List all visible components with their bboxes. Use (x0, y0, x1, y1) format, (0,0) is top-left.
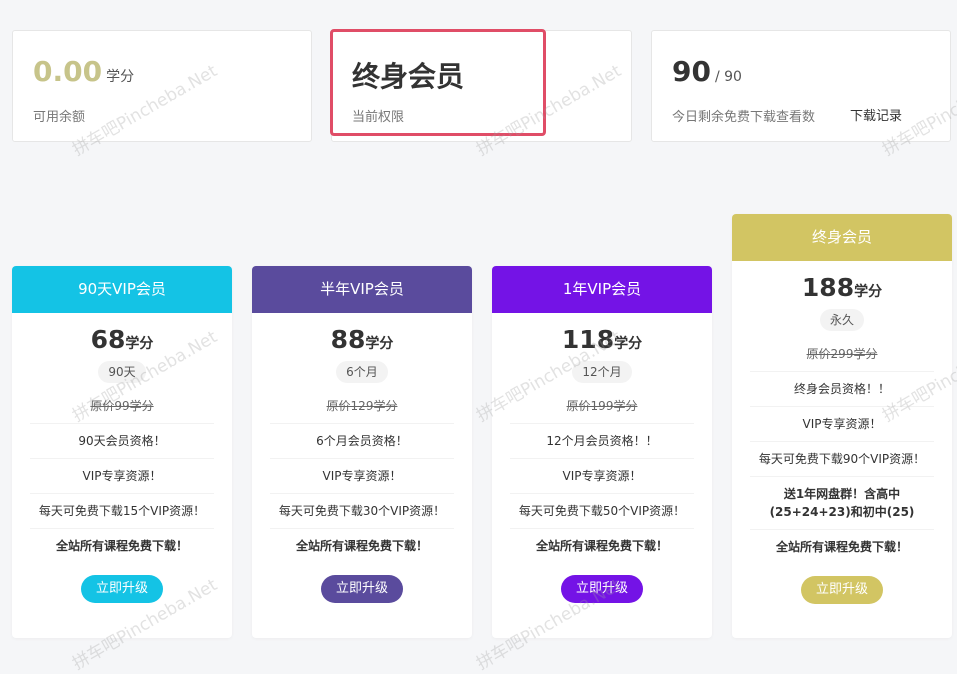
feature-item: VIP专享资源！ (750, 407, 934, 442)
downloads-row: 90/ 90 (672, 55, 742, 88)
membership-caption: 当前权限 (352, 110, 405, 125)
upgrade-button[interactable]: 立即升级 (801, 576, 883, 604)
feature-item: VIP专享资源！ (270, 459, 454, 494)
feature-highlight: 全站所有课程免费下载！ (775, 540, 908, 554)
plan-price: 118学分 (492, 325, 712, 355)
price-value: 188 (801, 273, 855, 302)
downloads-remaining: 90 (672, 55, 711, 88)
downloads-total: / 90 (714, 69, 742, 85)
duration-badge: 6个月 (336, 361, 388, 383)
plan-price: 68学分 (12, 325, 232, 355)
plan-card-6-months: 半年VIP会员 88学分 6个月 原价129学分 6个月会员资格！ VIP专享资… (252, 266, 472, 638)
price-value: 68 (90, 325, 126, 354)
feature-item: 每天可免费下载50个VIP资源！ (510, 494, 694, 529)
downloads-card: 90/ 90 今日剩余免费下载查看数 下载记录 (651, 30, 951, 142)
duration-badge: 90天 (98, 361, 146, 383)
feature-list: 原价199学分 12个月会员资格！！ VIP专享资源！ 每天可免费下载50个VI… (510, 389, 694, 563)
price-value: 118 (561, 325, 615, 354)
price-unit: 学分 (854, 284, 883, 300)
plan-title: 半年VIP会员 (252, 266, 472, 313)
price-unit: 学分 (614, 336, 643, 352)
plan-price: 188学分 (732, 273, 952, 303)
account-stats: 0.00 学分 可用余额 终身会员 当前权限 90/ 90 今日剩余免费下载查看数… (12, 29, 951, 144)
plan-card-1-year: 1年VIP会员 118学分 12个月 原价199学分 12个月会员资格！！ VI… (492, 266, 712, 638)
feature-highlight: 全站所有课程免费下载！ (55, 539, 188, 553)
feature-item: 6个月会员资格！ (270, 424, 454, 459)
feature-item: 每天可免费下载90个VIP资源！ (750, 442, 934, 477)
feature-item: 每天可免费下载15个VIP资源！ (30, 494, 214, 529)
price-value: 88 (330, 325, 366, 354)
duration-badge: 永久 (819, 309, 864, 331)
plan-card-90-days: 90天VIP会员 68学分 90天 原价99学分 90天会员资格！ VIP专享资… (12, 266, 232, 638)
balance-unit: 学分 (106, 69, 135, 85)
original-price: 原价199学分 (510, 389, 694, 424)
membership-value: 终身会员 (352, 60, 465, 93)
balance-value: 0.00 (33, 55, 103, 88)
feature-item: VIP专享资源！ (510, 459, 694, 494)
original-price: 原价129学分 (270, 389, 454, 424)
feature-list: 原价129学分 6个月会员资格！ VIP专享资源！ 每天可免费下载30个VIP资… (270, 389, 454, 563)
balance-caption: 可用余额 (33, 110, 86, 125)
feature-list: 原价299学分 终身会员资格！！ VIP专享资源！ 每天可免费下载90个VIP资… (750, 337, 934, 564)
original-price: 原价299学分 (750, 337, 934, 372)
plan-title: 90天VIP会员 (12, 266, 232, 313)
feature-item: VIP专享资源！ (30, 459, 214, 494)
download-history-link[interactable]: 下载记录 (850, 105, 902, 124)
feature-item: 12个月会员资格！！ (510, 424, 694, 459)
upgrade-button[interactable]: 立即升级 (561, 575, 643, 603)
balance-row: 0.00 学分 (33, 55, 134, 88)
membership-row: 终身会员 (352, 55, 464, 95)
plan-card-lifetime: 终身会员 188学分 永久 原价299学分 终身会员资格！！ VIP专享资源！ … (732, 214, 952, 638)
upgrade-button[interactable]: 立即升级 (321, 575, 403, 603)
upgrade-button[interactable]: 立即升级 (81, 575, 163, 603)
feature-item: 终身会员资格！！ (750, 372, 934, 407)
price-unit: 学分 (125, 336, 154, 352)
downloads-caption: 今日剩余免费下载查看数 (672, 110, 816, 125)
balance-card: 0.00 学分 可用余额 (12, 30, 312, 142)
feature-highlight: 全站所有课程免费下载！ (295, 539, 428, 553)
price-unit: 学分 (365, 336, 394, 352)
feature-highlight: 全站所有课程免费下载！ (535, 539, 668, 553)
plan-title: 终身会员 (732, 214, 952, 261)
feature-item: 90天会员资格！ (30, 424, 214, 459)
membership-card: 终身会员 当前权限 (330, 29, 632, 142)
feature-list: 原价99学分 90天会员资格！ VIP专享资源！ 每天可免费下载15个VIP资源… (30, 389, 214, 563)
feature-bonus: 送1年网盘群！含高中(25+24+23)和初中(25) (750, 477, 934, 530)
original-price: 原价99学分 (30, 389, 214, 424)
plan-title: 1年VIP会员 (492, 266, 712, 313)
feature-item: 每天可免费下载30个VIP资源！ (270, 494, 454, 529)
duration-badge: 12个月 (572, 361, 632, 383)
plan-price: 88学分 (252, 325, 472, 355)
